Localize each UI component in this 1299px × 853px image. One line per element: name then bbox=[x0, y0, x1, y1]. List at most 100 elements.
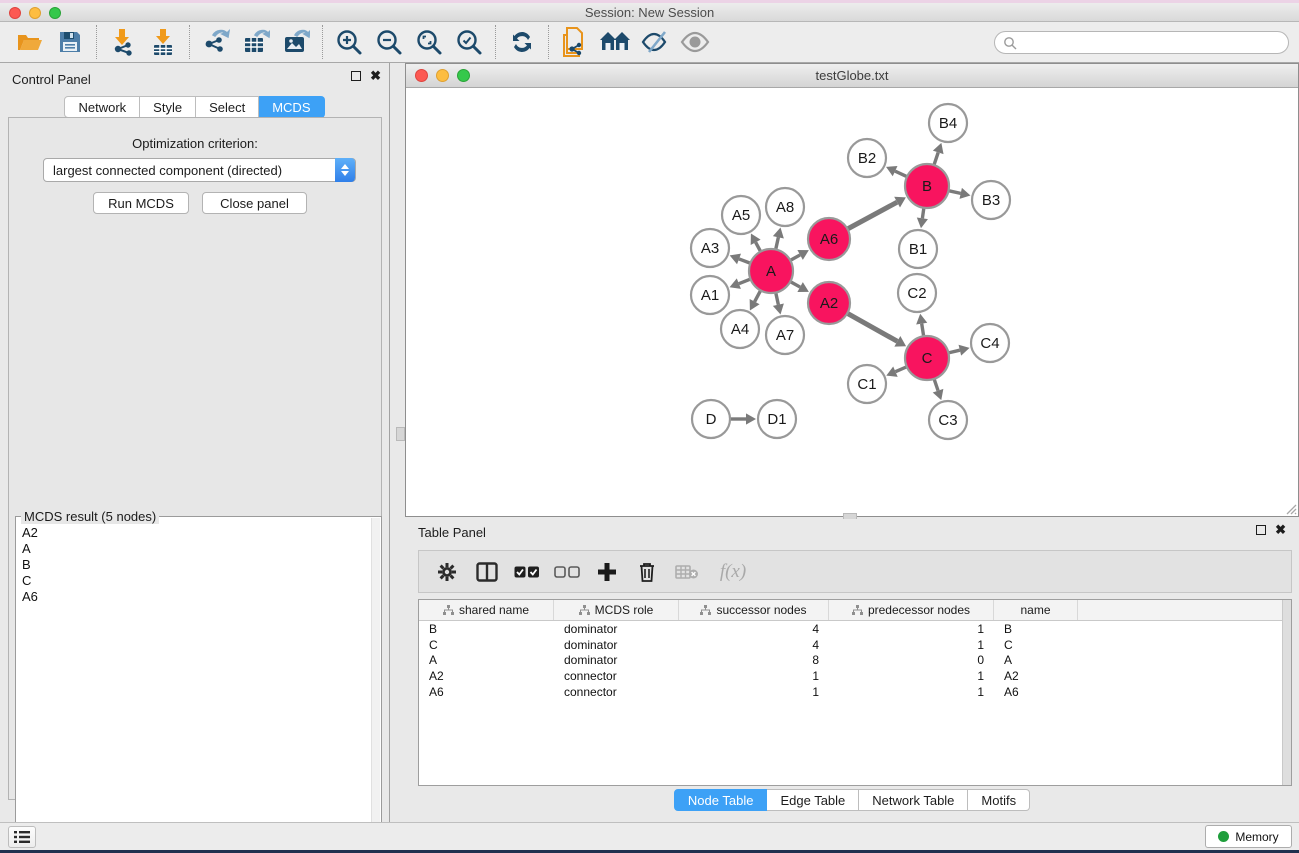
result-item[interactable]: A6 bbox=[16, 589, 381, 605]
import-network-button[interactable] bbox=[103, 24, 143, 60]
table-row[interactable]: Bdominator41B bbox=[419, 621, 1291, 637]
cell-shared-name[interactable]: A bbox=[419, 653, 554, 667]
result-item[interactable]: A bbox=[16, 541, 381, 557]
cell-name[interactable]: A2 bbox=[994, 669, 1078, 683]
tab-node-table[interactable]: Node Table bbox=[674, 789, 768, 811]
cell-successor-nodes[interactable]: 1 bbox=[679, 685, 829, 699]
hide-selected-button[interactable] bbox=[635, 24, 675, 60]
search-input[interactable] bbox=[1017, 34, 1288, 52]
table-row[interactable]: Adominator80A bbox=[419, 652, 1291, 668]
search-field[interactable] bbox=[994, 31, 1289, 54]
result-scrollbar[interactable] bbox=[371, 518, 380, 853]
cell-name[interactable]: A6 bbox=[994, 685, 1078, 699]
zoom-in-button[interactable] bbox=[329, 24, 369, 60]
export-table-button[interactable] bbox=[236, 24, 276, 60]
column-header-successor-nodes[interactable]: successor nodes bbox=[679, 600, 829, 620]
tab-network-table[interactable]: Network Table bbox=[859, 789, 968, 811]
cell-name[interactable]: B bbox=[994, 622, 1078, 636]
minimize-window-button[interactable] bbox=[29, 7, 41, 19]
tab-network[interactable]: Network bbox=[64, 96, 140, 118]
tab-motifs[interactable]: Motifs bbox=[968, 789, 1030, 811]
function-builder-button[interactable]: f(x) bbox=[709, 555, 757, 589]
edge-A-A1[interactable] bbox=[739, 279, 751, 284]
edge-A-A2[interactable] bbox=[790, 282, 800, 287]
edge-C-C3[interactable] bbox=[934, 379, 938, 391]
table-settings-button[interactable] bbox=[429, 555, 465, 589]
cell-MCDS-role[interactable]: dominator bbox=[554, 638, 679, 652]
column-header-name[interactable]: name bbox=[994, 600, 1078, 620]
table-scrollbar[interactable] bbox=[1282, 600, 1291, 785]
show-hidden-button[interactable] bbox=[675, 24, 715, 60]
close-panel-icon[interactable]: ✖ bbox=[370, 71, 381, 81]
edge-A-A3[interactable] bbox=[739, 259, 750, 263]
task-history-button[interactable] bbox=[8, 826, 36, 848]
tab-select[interactable]: Select bbox=[196, 96, 259, 118]
tab-edge-table[interactable]: Edge Table bbox=[767, 789, 859, 811]
cell-successor-nodes[interactable]: 8 bbox=[679, 653, 829, 667]
result-item[interactable]: A2 bbox=[16, 525, 381, 541]
add-column-button[interactable] bbox=[589, 555, 625, 589]
optimization-criterion-dropdown[interactable]: largest connected component (directed) bbox=[43, 158, 356, 182]
close-window-button[interactable] bbox=[9, 7, 21, 19]
export-image-button[interactable] bbox=[276, 24, 316, 60]
cell-shared-name[interactable]: A6 bbox=[419, 685, 554, 699]
zoom-selected-button[interactable] bbox=[449, 24, 489, 60]
import-table-button[interactable] bbox=[143, 24, 183, 60]
edge-A-A6[interactable] bbox=[790, 255, 800, 260]
memory-button[interactable]: Memory bbox=[1205, 825, 1292, 848]
cell-successor-nodes[interactable]: 4 bbox=[679, 622, 829, 636]
edge-B-B2[interactable] bbox=[895, 171, 907, 177]
network-minimize-button[interactable] bbox=[436, 69, 449, 82]
network-canvas[interactable]: AA1A2A3A4A5A6A7A8BB1B2B3B4CC1C2C3C4DD1 bbox=[406, 89, 1298, 517]
column-layout-button[interactable] bbox=[469, 555, 505, 589]
edge-C-C4[interactable] bbox=[948, 350, 959, 353]
table-row[interactable]: Cdominator41C bbox=[419, 637, 1291, 653]
edge-A-A7[interactable] bbox=[776, 292, 779, 304]
cell-shared-name[interactable]: A2 bbox=[419, 669, 554, 683]
mcds-result-list[interactable]: A2ABCA6 bbox=[16, 525, 381, 605]
select-all-button[interactable] bbox=[509, 555, 545, 589]
network-from-file-button[interactable] bbox=[555, 24, 595, 60]
cell-shared-name[interactable]: B bbox=[419, 622, 554, 636]
cell-name[interactable]: C bbox=[994, 638, 1078, 652]
delete-table-button[interactable] bbox=[669, 555, 705, 589]
cell-MCDS-role[interactable]: connector bbox=[554, 685, 679, 699]
close-panel-button[interactable]: Close panel bbox=[202, 192, 307, 214]
edge-B-B3[interactable] bbox=[948, 191, 960, 194]
edge-C-C2[interactable] bbox=[922, 324, 924, 337]
cell-successor-nodes[interactable]: 1 bbox=[679, 669, 829, 683]
edge-A-A4[interactable] bbox=[755, 290, 761, 301]
result-item[interactable]: B bbox=[16, 557, 381, 573]
delete-column-button[interactable] bbox=[629, 555, 665, 589]
cell-MCDS-role[interactable]: dominator bbox=[554, 653, 679, 667]
cell-predecessor-nodes[interactable]: 1 bbox=[829, 669, 994, 683]
refresh-layout-button[interactable] bbox=[502, 24, 542, 60]
cell-name[interactable]: A bbox=[994, 653, 1078, 667]
network-maximize-button[interactable] bbox=[457, 69, 470, 82]
zoom-out-button[interactable] bbox=[369, 24, 409, 60]
resize-grip-icon[interactable] bbox=[1283, 501, 1297, 515]
table-row[interactable]: A2connector11A2 bbox=[419, 668, 1291, 684]
column-header-MCDS-role[interactable]: MCDS role bbox=[554, 600, 679, 620]
edge-C-C1[interactable] bbox=[895, 367, 906, 372]
edge-B-B4[interactable] bbox=[934, 152, 938, 165]
result-item[interactable]: C bbox=[16, 573, 381, 589]
network-close-button[interactable] bbox=[415, 69, 428, 82]
tab-style[interactable]: Style bbox=[140, 96, 196, 118]
zoom-fit-button[interactable] bbox=[409, 24, 449, 60]
edge-A-A5[interactable] bbox=[756, 242, 761, 251]
cell-predecessor-nodes[interactable]: 1 bbox=[829, 685, 994, 699]
cell-predecessor-nodes[interactable]: 1 bbox=[829, 638, 994, 652]
first-neighbors-button[interactable] bbox=[595, 24, 635, 60]
cell-predecessor-nodes[interactable]: 0 bbox=[829, 653, 994, 667]
maximize-window-button[interactable] bbox=[49, 7, 61, 19]
column-header-predecessor-nodes[interactable]: predecessor nodes bbox=[829, 600, 994, 620]
save-session-button[interactable] bbox=[50, 24, 90, 60]
export-network-button[interactable] bbox=[196, 24, 236, 60]
run-mcds-button[interactable]: Run MCDS bbox=[93, 192, 189, 214]
open-session-button[interactable] bbox=[10, 24, 50, 60]
cell-predecessor-nodes[interactable]: 1 bbox=[829, 622, 994, 636]
vertical-splitter-handle[interactable] bbox=[396, 427, 405, 441]
column-header-shared-name[interactable]: shared name bbox=[419, 600, 554, 620]
edge-A6-B[interactable] bbox=[847, 202, 897, 229]
